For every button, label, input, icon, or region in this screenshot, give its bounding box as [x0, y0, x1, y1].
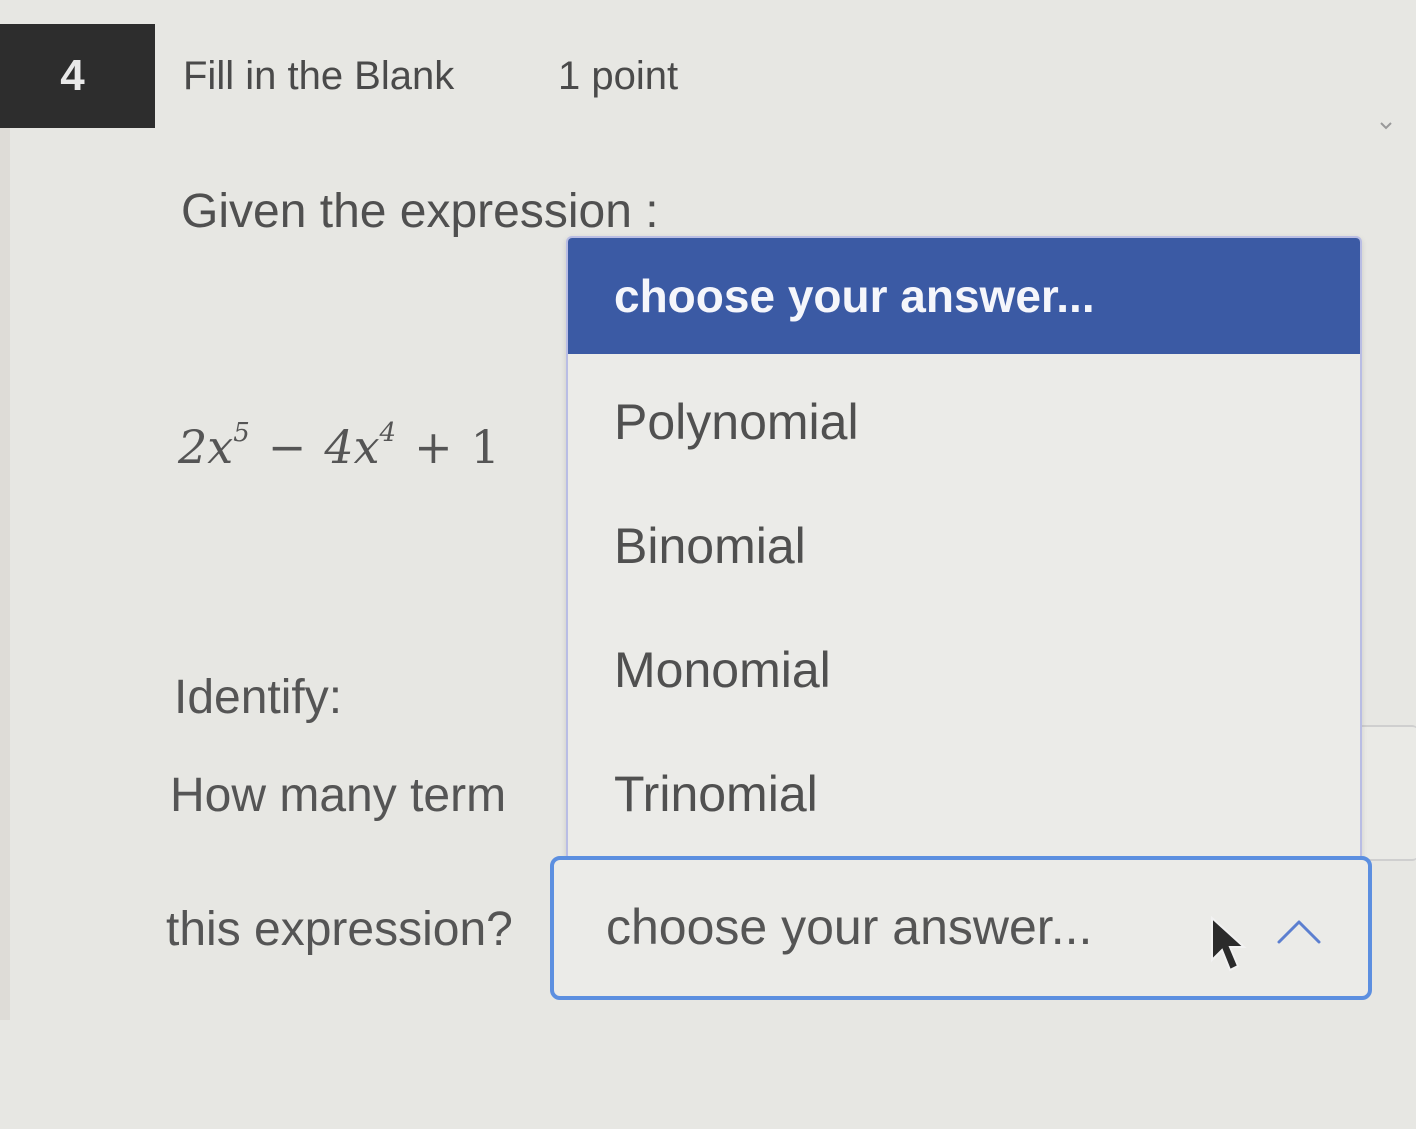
expression-term-1: 2x5	[178, 418, 250, 474]
select-current-value: choose your answer...	[606, 899, 1093, 955]
dropdown-option-polynomial[interactable]: Polynomial	[568, 360, 1360, 484]
expression-operator-2: +	[414, 420, 453, 474]
question-number: 4	[60, 51, 85, 100]
question-number-badge: 4	[0, 24, 155, 128]
prompt-line-2: this expression?	[166, 903, 513, 956]
dropdown-option-monomial[interactable]: Monomial	[568, 608, 1360, 732]
chevron-up-icon	[1277, 920, 1321, 944]
mouse-cursor-icon	[1211, 916, 1247, 972]
corner-mark-icon	[1380, 122, 1392, 130]
question-points: 1 point	[558, 54, 679, 98]
math-expression: 2x5−4x4 +1	[178, 418, 500, 474]
answer-dropdown-menu[interactable]: choose your answer... Polynomial Binomia…	[566, 236, 1362, 862]
prompt-line-1: How many term	[170, 769, 507, 822]
expression-term-2: 4x4	[324, 418, 397, 474]
expression-term-3: 1	[470, 420, 500, 474]
left-border	[0, 120, 10, 1020]
question-type-label: Fill in the Blank	[183, 54, 455, 98]
identify-label: Identify:	[174, 671, 343, 724]
dropdown-option-binomial[interactable]: Binomial	[568, 484, 1360, 608]
dropdown-option-placeholder[interactable]: choose your answer...	[568, 238, 1360, 354]
expression-operator-1: −	[267, 420, 307, 474]
question-intro: Given the expression :	[181, 185, 659, 238]
dropdown-option-trinomial[interactable]: Trinomial	[568, 732, 1360, 856]
